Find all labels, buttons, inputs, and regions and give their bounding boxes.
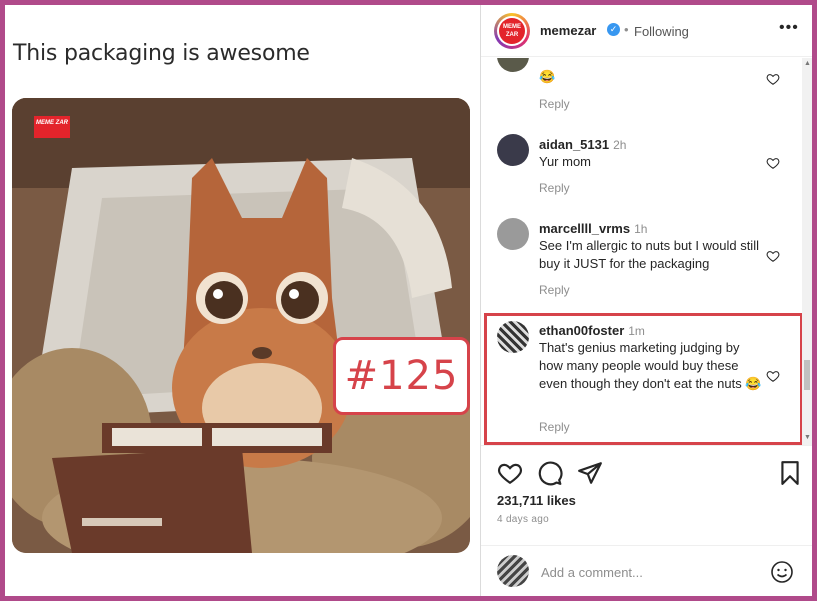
- emoji-icon[interactable]: [770, 560, 794, 584]
- verified-badge-icon: ✓: [607, 23, 620, 36]
- add-comment-input[interactable]: [541, 562, 761, 582]
- post-title: This packaging is awesome: [13, 41, 310, 66]
- memezar-watermark: MEME ZAR: [36, 120, 68, 126]
- post-media-panel: This packaging is awesome MEME ZAR #125: [5, 5, 480, 596]
- comment-bubble-icon[interactable]: [537, 460, 563, 486]
- reply-button[interactable]: Reply: [539, 97, 570, 111]
- post-number-badge: #125: [333, 337, 470, 415]
- like-comment-heart-icon[interactable]: [766, 249, 780, 263]
- reply-button[interactable]: Reply: [539, 283, 570, 297]
- scroll-down-arrow-icon[interactable]: ▼: [804, 434, 811, 441]
- like-heart-icon[interactable]: [497, 460, 523, 486]
- comment-time: 1h: [634, 222, 648, 236]
- comment-avatar[interactable]: [497, 134, 529, 166]
- scroll-up-arrow-icon[interactable]: ▲: [804, 60, 811, 67]
- comment-highlight-box: [484, 313, 803, 445]
- comment-text: Yur mom: [539, 154, 592, 169]
- comment-time: 2h: [613, 138, 627, 152]
- screenshot-frame: This packaging is awesome MEME ZAR #125 …: [5, 5, 812, 596]
- reply-button[interactable]: Reply: [539, 181, 570, 195]
- comment-avatar[interactable]: [497, 58, 529, 72]
- comment-username[interactable]: aidan_5131 2h: [539, 137, 626, 152]
- share-send-icon[interactable]: [577, 460, 603, 486]
- current-user-avatar: [497, 555, 529, 587]
- author-username[interactable]: memezar: [540, 23, 596, 38]
- memezar-logo: MEME ZAR: [499, 18, 525, 44]
- comments-scrollbar[interactable]: ▲ ▼: [802, 58, 812, 445]
- post-timestamp: 4 days ago: [497, 514, 549, 525]
- post-actions: 231,711 likes 4 days ago: [481, 445, 812, 545]
- post-photo[interactable]: MEME ZAR: [12, 98, 470, 553]
- squirrel-packaging-image: [12, 98, 470, 553]
- save-bookmark-icon[interactable]: [777, 460, 803, 486]
- likes-count[interactable]: 231,711 likes: [497, 493, 576, 508]
- like-comment-heart-icon[interactable]: [766, 72, 780, 86]
- comments-list: 😂 Reply aidan_5131 2h Yur mom Reply marce…: [481, 58, 812, 445]
- comment-text: 😂: [539, 69, 556, 84]
- scrollbar-thumb[interactable]: [804, 360, 810, 390]
- comment-username[interactable]: marcellll_vrms 1h: [539, 221, 647, 236]
- like-comment-heart-icon[interactable]: [766, 156, 780, 170]
- add-comment-bar: [481, 545, 812, 596]
- more-options-icon[interactable]: •••: [779, 19, 799, 37]
- comment-avatar[interactable]: [497, 218, 529, 250]
- separator-dot: •: [624, 22, 629, 37]
- comment-text: See I'm allergic to nuts but I would sti…: [539, 238, 759, 271]
- author-avatar[interactable]: MEME ZAR: [494, 13, 530, 49]
- following-button[interactable]: Following: [634, 24, 689, 39]
- post-header: MEME ZAR memezar ✓ • Following •••: [481, 5, 812, 57]
- post-details-panel: MEME ZAR memezar ✓ • Following ••• 😂 Rep…: [481, 5, 812, 596]
